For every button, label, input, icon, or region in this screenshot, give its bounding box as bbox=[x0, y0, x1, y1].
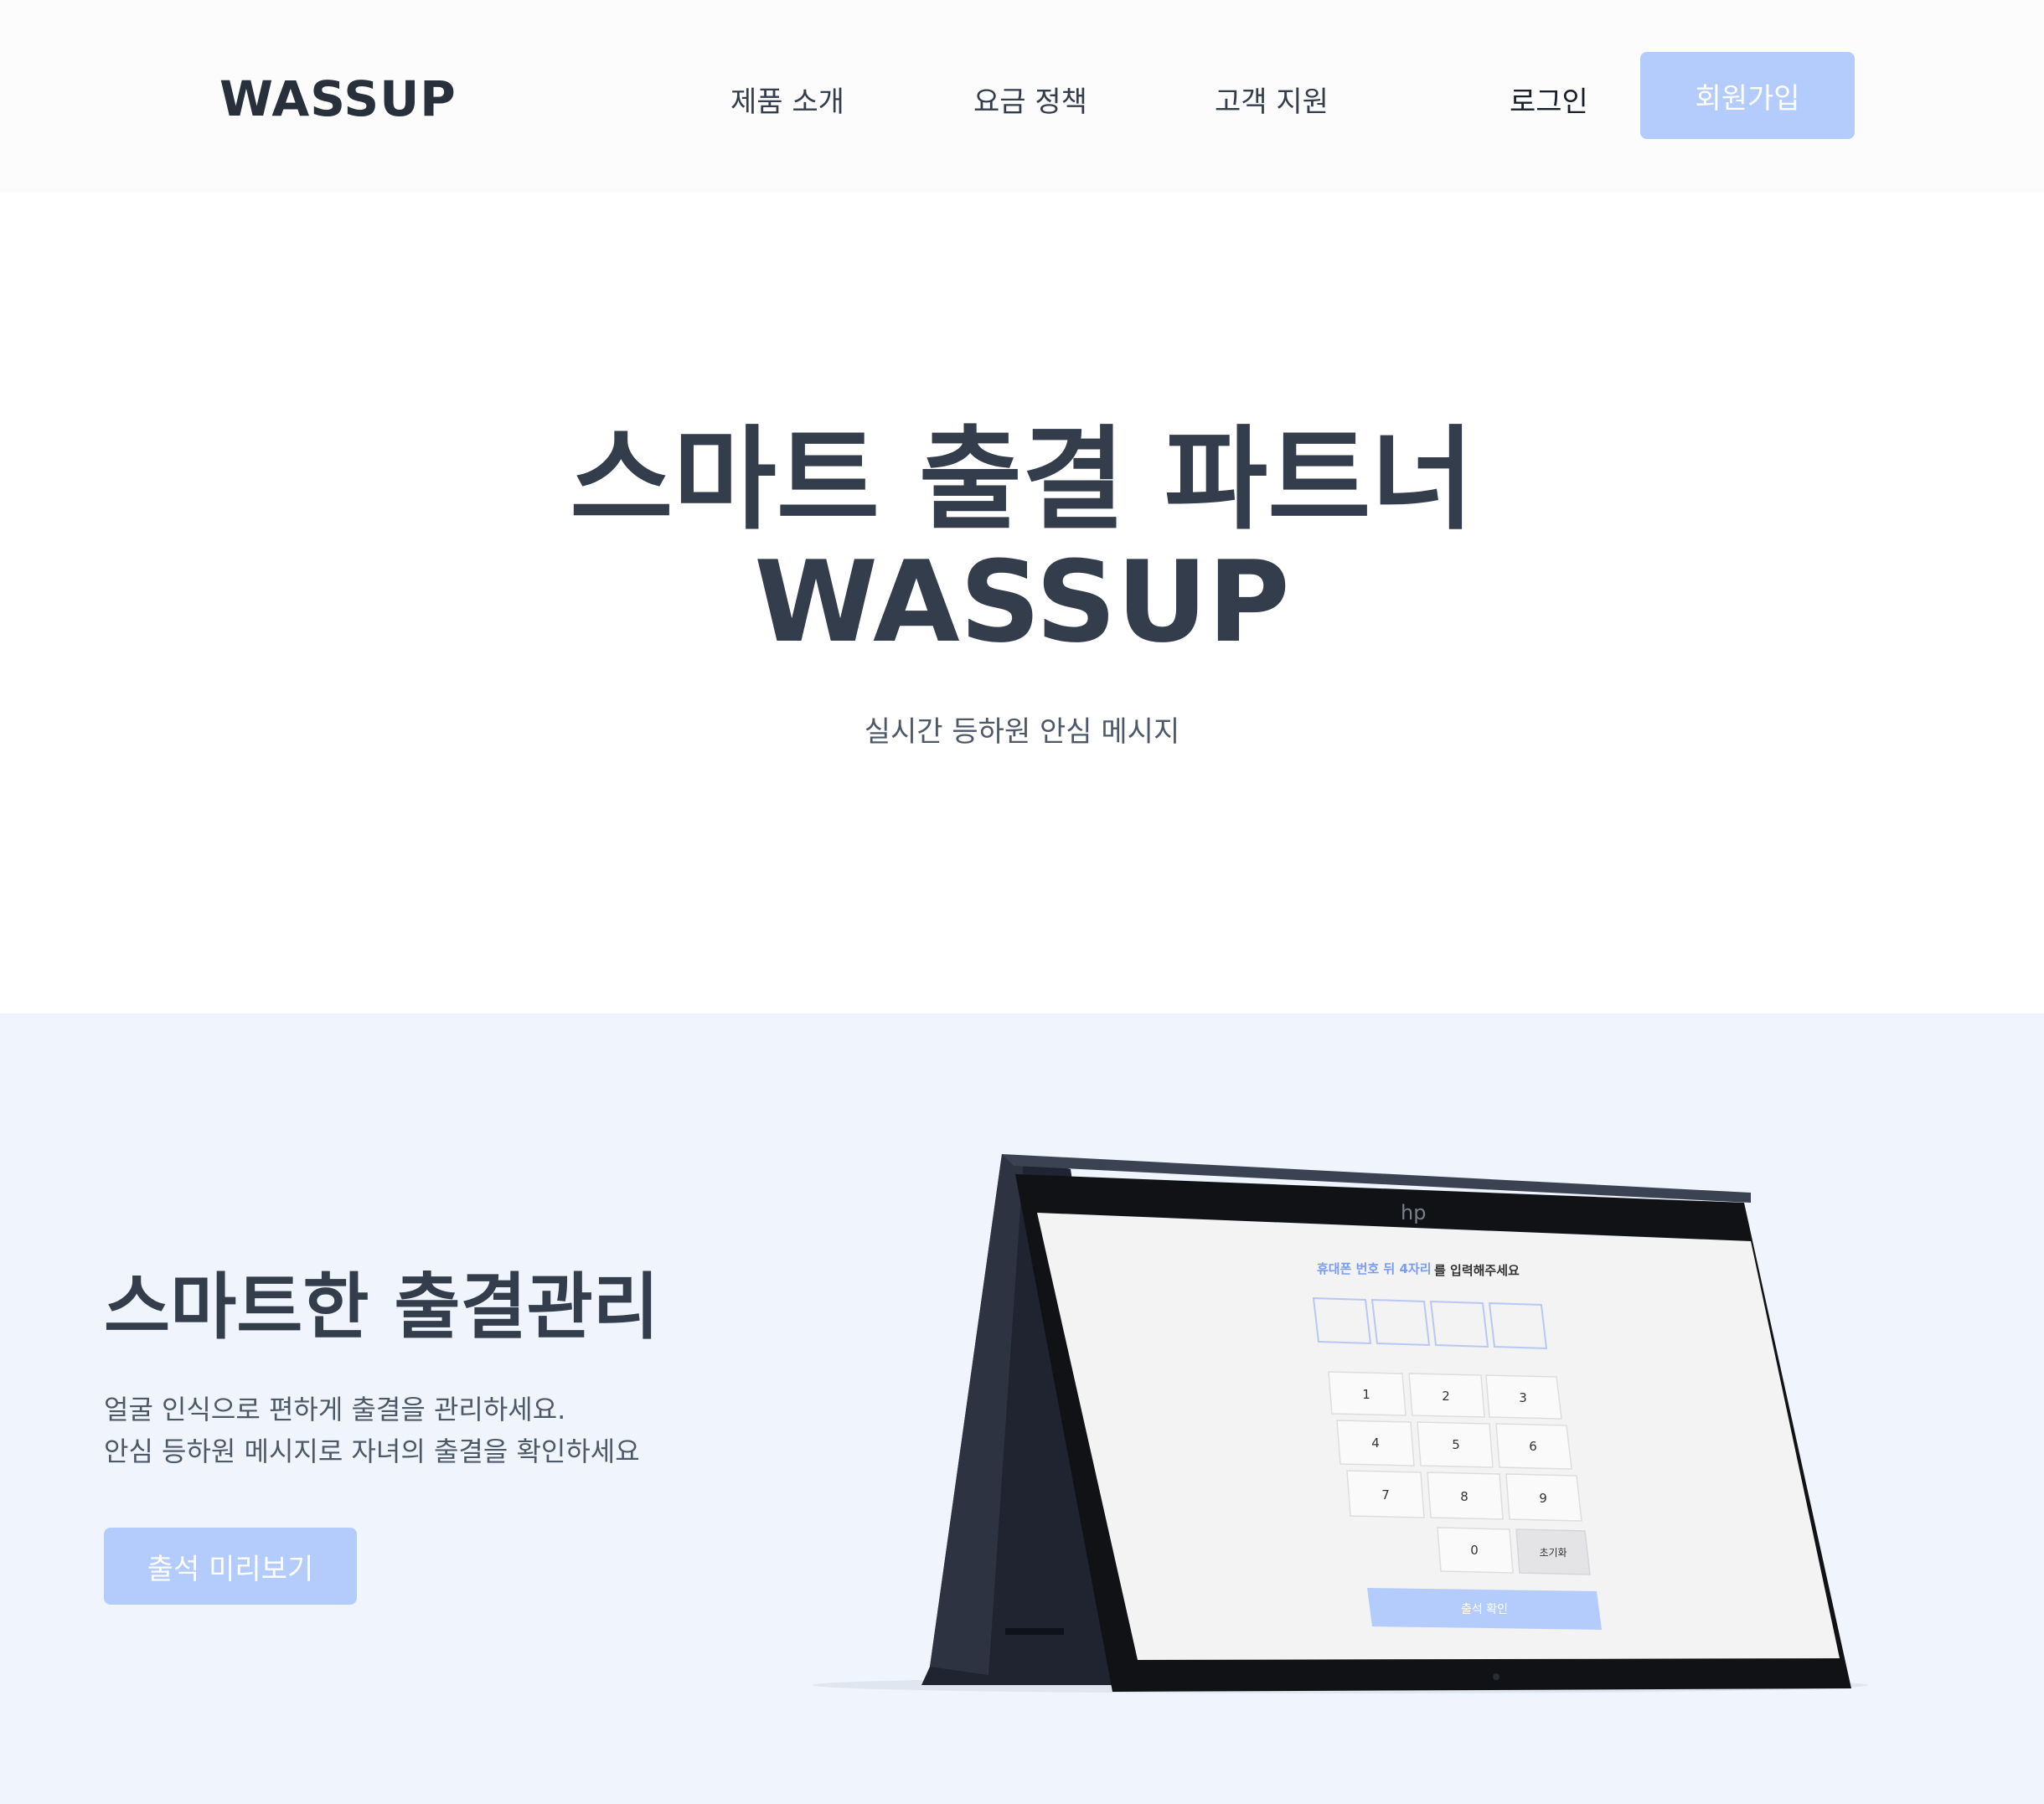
attendance-preview-button[interactable]: 출석 미리보기 bbox=[104, 1528, 357, 1605]
nav-support[interactable]: 고객 지원 bbox=[1215, 79, 1329, 120]
keypad-reset: 초기화 bbox=[1539, 1547, 1567, 1559]
keypad-key: 9 bbox=[1539, 1491, 1547, 1506]
keypad-key: 1 bbox=[1362, 1387, 1370, 1402]
brand-mark-icon: hp bbox=[1401, 1201, 1426, 1224]
keypad-key: 3 bbox=[1519, 1390, 1527, 1405]
keypad-key: 7 bbox=[1381, 1487, 1390, 1502]
screen-prompt-highlight: 휴대폰 번호 뒤 4자리 bbox=[1317, 1261, 1432, 1276]
keypad-key: 0 bbox=[1470, 1543, 1479, 1558]
signup-button[interactable]: 회원가입 bbox=[1640, 52, 1855, 139]
feature-desc-line2: 안심 등하원 메시지로 자녀의 출결을 확인하세요 bbox=[104, 1435, 640, 1467]
keypad-key: 2 bbox=[1442, 1389, 1450, 1404]
feature-description: 얼굴 인식으로 편하게 출결을 관리하세요. 안심 등하원 메시지로 자녀의 출… bbox=[104, 1389, 640, 1472]
top-navigation: WASSUP 제품 소개 요금 정책 고객 지원 로그인 회원가입 bbox=[0, 0, 2044, 193]
logo[interactable]: WASSUP bbox=[219, 70, 457, 127]
nav-product[interactable]: 제품 소개 bbox=[730, 79, 844, 120]
hero-subtitle: 실시간 등하원 안심 메시지 bbox=[864, 715, 1180, 749]
hero-title-line2: WASSUP bbox=[754, 537, 1290, 667]
keypad-key: 4 bbox=[1371, 1435, 1380, 1451]
camera-icon bbox=[1493, 1673, 1499, 1680]
hero-title: 스마트 출결 파트너 WASSUP bbox=[0, 419, 2044, 663]
login-link[interactable]: 로그인 bbox=[1510, 79, 1588, 120]
screen-confirm-button: 출석 확인 bbox=[1461, 1603, 1508, 1616]
keypad-key: 8 bbox=[1460, 1489, 1468, 1504]
hero-title-line1: 스마트 출결 파트너 bbox=[570, 415, 1474, 545]
nav-pricing[interactable]: 요금 정책 bbox=[973, 79, 1087, 120]
keypad-key: 5 bbox=[1452, 1437, 1460, 1452]
feature-desc-line1: 얼굴 인식으로 편하게 출결을 관리하세요. bbox=[104, 1394, 566, 1425]
tablet-device-illustration: hp 휴대폰 번호 뒤 4자리 를 입력해주세요 1 2 3 4 5 6 7 8… bbox=[813, 1154, 1868, 1693]
feature-title: 스마트한 출결관리 bbox=[104, 1265, 659, 1349]
keypad-key: 6 bbox=[1529, 1439, 1537, 1454]
screen-prompt-rest: 를 입력해주세요 bbox=[1434, 1263, 1520, 1278]
